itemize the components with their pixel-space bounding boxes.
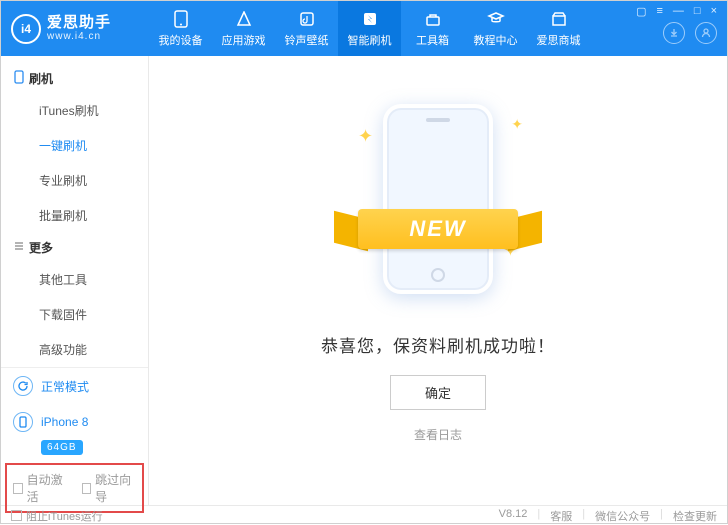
footer-link-wechat[interactable]: 微信公众号 — [595, 508, 650, 524]
sidebar-item-itunes-flash[interactable]: iTunes刷机 — [1, 93, 148, 128]
check-label: 阻止iTunes运行 — [26, 508, 103, 524]
minimize-button[interactable]: — — [673, 5, 684, 18]
sidebar-group-label: 更多 — [29, 239, 53, 256]
sidebar-item-advanced[interactable]: 高级功能 — [1, 332, 148, 367]
sidebar: 刷机 iTunes刷机 一键刷机 专业刷机 批量刷机 更多 其他工具 下载固件 … — [1, 56, 149, 505]
footer-link-support[interactable]: 客服 — [550, 508, 572, 524]
tab-label: 工具箱 — [416, 32, 449, 48]
storage-badge: 64GB — [41, 440, 83, 455]
phone-small-icon — [13, 70, 23, 87]
refresh-icon — [13, 376, 33, 396]
sidebar-group-label: 刷机 — [29, 70, 53, 87]
more-icon — [13, 240, 23, 255]
sidebar-group-flash: 刷机 — [1, 64, 148, 93]
success-illustration: ✦ ✦ ✦ ✦ NEW — [318, 96, 558, 316]
device-row[interactable]: iPhone 8 64GB — [1, 404, 148, 459]
sidebar-item-batch-flash[interactable]: 批量刷机 — [1, 198, 148, 233]
tab-label: 教程中心 — [474, 32, 518, 48]
win-btn[interactable]: ▢ — [636, 5, 646, 18]
tab-label: 智能刷机 — [348, 32, 392, 48]
header-tabs: 我的设备 应用游戏 铃声壁纸 智能刷机 工具箱 — [149, 1, 636, 56]
content: ✦ ✦ ✦ ✦ NEW 恭喜您，保资料刷机成功啦！ 确定 查看日志 — [149, 56, 727, 505]
check-auto-activate[interactable]: 自动激活 — [13, 471, 68, 505]
star-icon: ✦ — [358, 126, 373, 147]
check-block-itunes[interactable]: 阻止iTunes运行 — [11, 508, 103, 524]
highlighted-checks: 自动激活 跳过向导 — [5, 463, 144, 513]
footer-link-update[interactable]: 检查更新 — [673, 508, 717, 524]
confirm-button[interactable]: 确定 — [390, 375, 486, 410]
success-message: 恭喜您，保资料刷机成功啦！ — [321, 332, 555, 357]
star-icon: ✦ — [511, 116, 523, 133]
tab-ringtone[interactable]: 铃声壁纸 — [275, 1, 338, 56]
main: 刷机 iTunes刷机 一键刷机 专业刷机 批量刷机 更多 其他工具 下载固件 … — [1, 56, 727, 505]
tab-apps[interactable]: 应用游戏 — [212, 1, 275, 56]
win-btn[interactable]: ≡ — [656, 5, 662, 18]
tab-label: 爱思商城 — [537, 32, 581, 48]
ribbon-text: NEW — [358, 209, 518, 249]
sidebar-item-pro-flash[interactable]: 专业刷机 — [1, 163, 148, 198]
checkbox-icon — [82, 483, 92, 494]
phone-illustration-icon — [383, 104, 493, 294]
tab-toolbox[interactable]: 工具箱 — [401, 1, 464, 56]
app-title: 爱思助手 — [47, 14, 111, 31]
tab-flash[interactable]: 智能刷机 — [338, 1, 401, 56]
tab-store[interactable]: 爱思商城 — [527, 1, 590, 56]
download-icon[interactable] — [663, 22, 685, 44]
tab-label: 我的设备 — [159, 32, 203, 48]
check-label: 跳过向导 — [95, 471, 136, 505]
window-controls: ▢ ≡ — □ × — [636, 1, 727, 56]
sidebar-item-oneclick-flash[interactable]: 一键刷机 — [1, 128, 148, 163]
device-name: iPhone 8 — [41, 415, 88, 429]
brand: i4 爱思助手 www.i4.cn — [1, 1, 149, 56]
device-icon — [171, 10, 191, 28]
check-skip-wizard[interactable]: 跳过向导 — [82, 471, 137, 505]
sidebar-item-download-firmware[interactable]: 下载固件 — [1, 297, 148, 332]
tab-label: 铃声壁纸 — [285, 32, 329, 48]
ringtone-icon — [297, 10, 317, 28]
flash-icon — [360, 10, 380, 28]
tutorial-icon — [486, 10, 506, 28]
toolbox-icon — [423, 10, 443, 28]
mode-row[interactable]: 正常模式 — [1, 368, 148, 404]
logo-icon: i4 — [11, 14, 41, 44]
close-button[interactable]: × — [711, 5, 717, 18]
tab-my-device[interactable]: 我的设备 — [149, 1, 212, 56]
view-log-link[interactable]: 查看日志 — [414, 426, 462, 443]
titlebar: i4 爱思助手 www.i4.cn 我的设备 应用游戏 铃声壁纸 — [1, 1, 727, 56]
ribbon-icon: NEW — [328, 201, 548, 256]
mode-label: 正常模式 — [41, 378, 89, 395]
sidebar-item-other-tools[interactable]: 其他工具 — [1, 262, 148, 297]
apps-icon — [234, 10, 254, 28]
store-icon — [549, 10, 569, 28]
checkbox-icon — [13, 483, 23, 494]
device-small-icon — [13, 412, 33, 432]
checkbox-icon — [11, 510, 22, 521]
tab-label: 应用游戏 — [222, 32, 266, 48]
maximize-button[interactable]: □ — [694, 5, 701, 18]
tab-tutorial[interactable]: 教程中心 — [464, 1, 527, 56]
user-icon[interactable] — [695, 22, 717, 44]
check-label: 自动激活 — [27, 471, 68, 505]
app-subtitle: www.i4.cn — [47, 31, 111, 43]
sidebar-group-more: 更多 — [1, 233, 148, 262]
version-label: V8.12 — [499, 508, 528, 524]
